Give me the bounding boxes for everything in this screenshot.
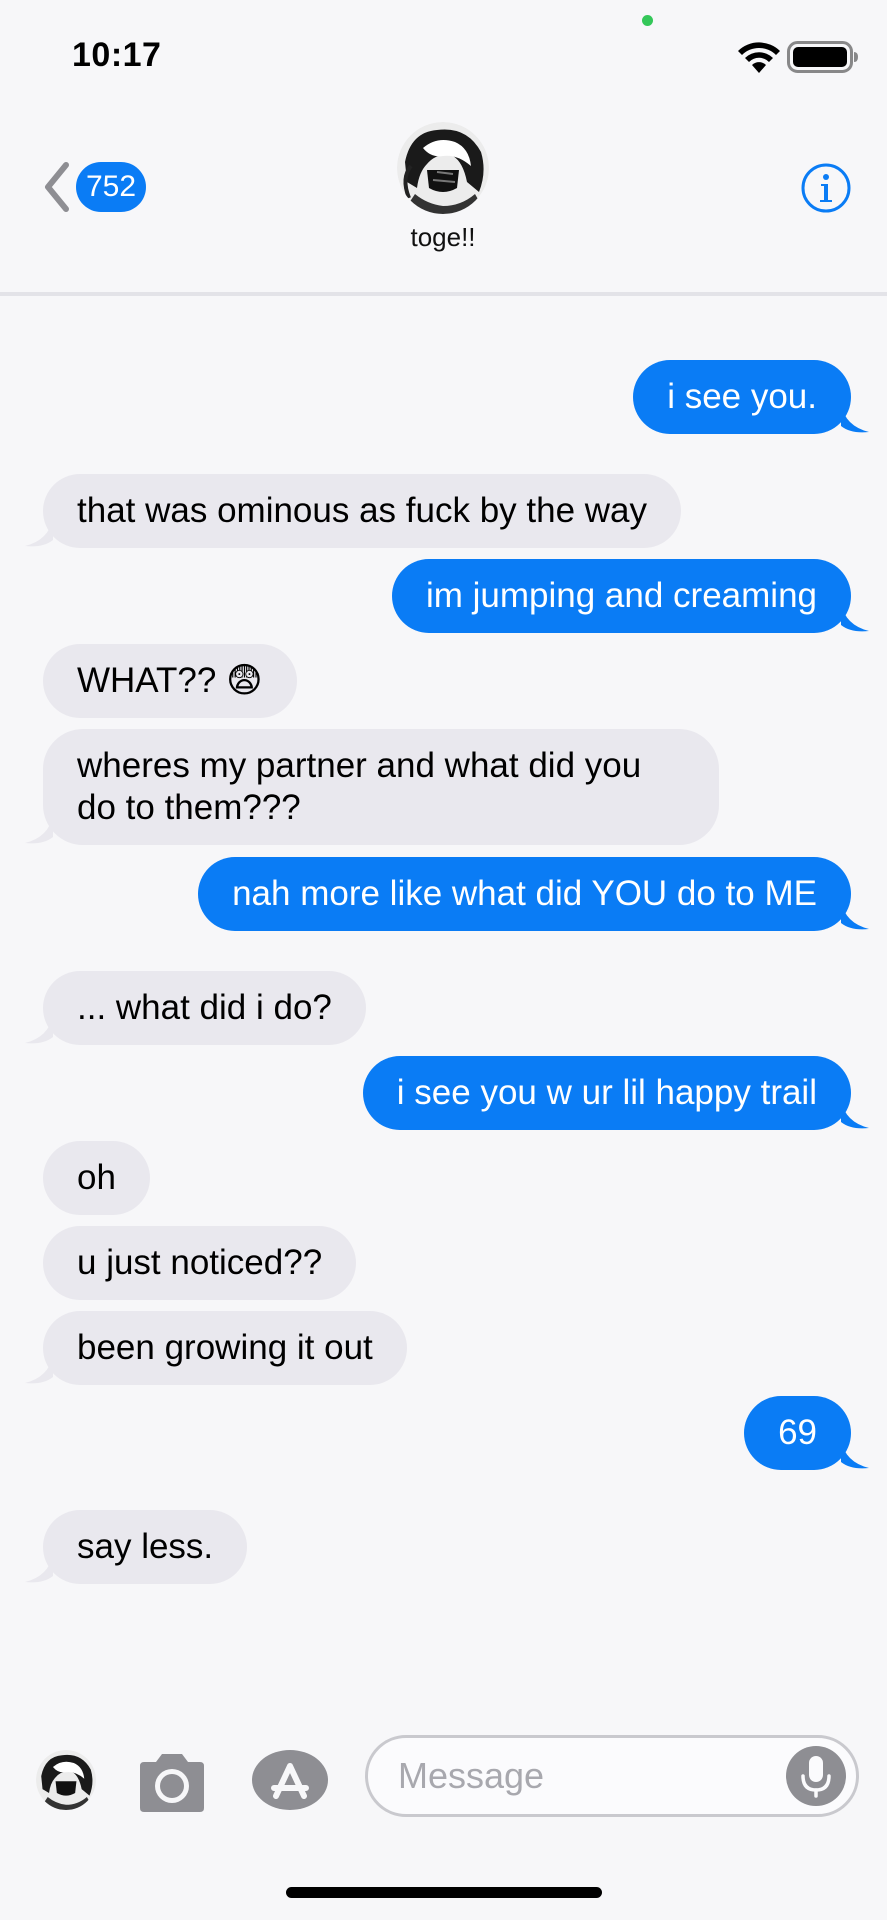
message-input[interactable] <box>398 1738 798 1814</box>
contact-name: toge!! <box>410 222 476 252</box>
message-bubble-incoming[interactable]: that was ominous as fuck by the way <box>25 474 681 548</box>
bubble-tail <box>841 1440 869 1469</box>
bubble-tail <box>25 1554 53 1583</box>
message-text: WHAT?? 😨 <box>77 661 263 700</box>
bubble-tail <box>25 1015 53 1044</box>
message-bubble-incoming[interactable]: oh <box>43 1141 150 1215</box>
message-text: that was ominous as fuck by the way <box>77 491 647 530</box>
composer-bar <box>0 1710 887 1860</box>
avatar-illustration <box>36 1750 96 1810</box>
message-text-line: do to them??? <box>77 788 301 827</box>
privacy-indicator-dot <box>642 15 653 26</box>
bubble-tail <box>25 1355 53 1384</box>
memoji-avatar-button[interactable] <box>36 1750 96 1810</box>
bubble-tail <box>25 815 53 844</box>
bubble-tail <box>841 1100 869 1129</box>
contact-avatar <box>397 122 489 214</box>
message-text: i see you. <box>667 377 817 416</box>
message-bubble-outgoing[interactable]: i see you. <box>633 360 869 434</box>
message-text: say less. <box>77 1527 214 1566</box>
bubble-tail <box>25 518 53 547</box>
message-text: i see you w ur lil happy trail <box>396 1073 817 1112</box>
camera-icon[interactable] <box>134 1752 210 1814</box>
message-bubble-incoming[interactable]: say less. <box>25 1510 248 1584</box>
message-bubble-outgoing[interactable]: i see you w ur lil happy trail <box>362 1056 869 1130</box>
message-bubble-incoming[interactable]: u just noticed?? <box>43 1226 357 1300</box>
message-input-field[interactable] <box>365 1735 859 1817</box>
message-bubble-outgoing[interactable]: im jumping and creaming <box>391 559 869 633</box>
contact-details-button[interactable]: toge!! <box>380 122 506 253</box>
message-bubble-incoming[interactable]: been growing it out <box>25 1311 407 1385</box>
home-indicator[interactable] <box>286 1887 602 1898</box>
status-time: 10:17 <box>72 36 162 74</box>
message-bubble-incoming[interactable]: WHAT?? 😨 <box>43 644 297 718</box>
message-text-line: wheres my partner and what did you <box>77 746 642 785</box>
bubble-tail <box>841 603 869 632</box>
message-text: im jumping and creaming <box>425 576 817 615</box>
message-bubble-outgoing[interactable]: 69 <box>744 1396 869 1470</box>
message-text: ... what did i do? <box>77 988 332 1027</box>
info-icon[interactable] <box>800 162 852 214</box>
bubble-tail <box>841 404 869 433</box>
chevron-left-icon <box>45 162 69 212</box>
message-bubble-incoming[interactable]: ... what did i do? <box>25 971 366 1045</box>
message-bubble-incoming[interactable]: wheres my partner and what did you do to… <box>25 729 719 845</box>
appstore-icon[interactable] <box>252 1748 332 1812</box>
message-text: nah more like what did YOU do to ME <box>232 874 817 913</box>
bubble-tail <box>841 901 869 930</box>
messages-screen: 10:17 752 toge!! i see you. that was omi… <box>0 0 887 1920</box>
message-bubble-outgoing[interactable]: nah more like what did YOU do to ME <box>198 857 869 931</box>
wifi-icon <box>738 42 780 73</box>
microphone-icon <box>801 1756 831 1798</box>
conversation-header: 752 toge!! <box>0 100 887 296</box>
microphone-button[interactable] <box>786 1746 846 1806</box>
unread-count-badge: 752 <box>76 162 147 212</box>
message-text: 69 <box>778 1413 817 1452</box>
battery-icon <box>787 41 858 73</box>
message-text: u just noticed?? <box>77 1243 323 1282</box>
avatar-illustration <box>397 122 489 214</box>
message-text: oh <box>77 1158 116 1197</box>
back-button[interactable]: 752 <box>42 160 147 214</box>
message-text: been growing it out <box>77 1328 373 1367</box>
status-bar: 10:17 <box>0 0 887 100</box>
